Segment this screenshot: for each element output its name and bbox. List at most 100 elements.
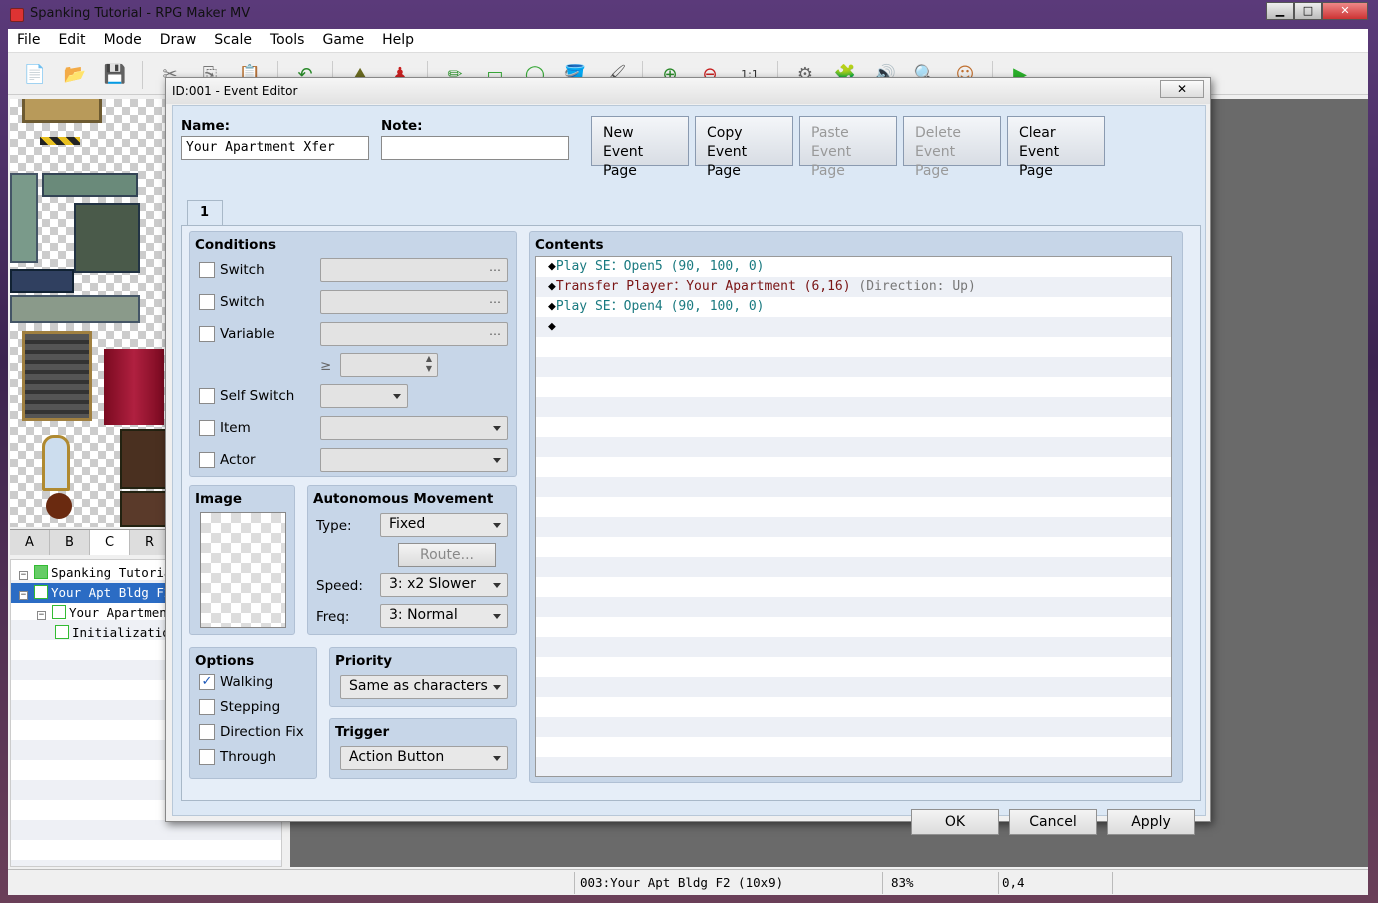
menu-edit[interactable]: Edit <box>49 29 94 52</box>
name-field[interactable]: Your Apartment Xfer <box>181 136 369 160</box>
dialog-close-button[interactable]: ✕ <box>1160 80 1204 98</box>
menu-draw[interactable]: Draw <box>151 29 206 52</box>
note-field[interactable] <box>381 136 569 160</box>
map-tree-item[interactable]: − Your Apartment <box>11 603 174 623</box>
variable-label: Variable <box>220 326 275 342</box>
option-direction-fix-checkbox[interactable] <box>199 724 215 740</box>
switch2-checkbox[interactable] <box>199 294 215 310</box>
map-tree-label: Initialization <box>72 625 178 640</box>
options-title: Options <box>195 653 255 669</box>
locker-tile <box>10 173 38 263</box>
ellipsis-icon: … <box>489 324 501 338</box>
item-checkbox[interactable] <box>199 420 215 436</box>
save-icon[interactable]: 💾 <box>100 60 130 90</box>
button-label-line1: Paste <box>811 125 849 141</box>
menu-file[interactable]: File <box>8 29 49 52</box>
switch1-selector[interactable]: … <box>320 258 508 282</box>
event-command-list[interactable]: ◆Play SE：Open5 (90, 100, 0) ◆Transfer Pla… <box>535 256 1172 777</box>
speed-label: Speed: <box>316 578 363 594</box>
variable-checkbox[interactable] <box>199 326 215 342</box>
menu-game[interactable]: Game <box>313 29 373 52</box>
freq-select[interactable]: 3: Normal <box>380 604 508 628</box>
map-icon <box>34 585 48 599</box>
option-stepping-checkbox[interactable] <box>199 699 215 715</box>
priority-title: Priority <box>335 653 392 669</box>
event-command-line[interactable]: ◆Play SE：Open4 (90, 100, 0) <box>548 297 765 317</box>
command-extra-text: (Direction: Up) <box>850 279 976 294</box>
delete-event-page-button[interactable]: Delete Event Page <box>903 116 1001 179</box>
chevron-down-icon <box>493 685 501 690</box>
option-walking-checkbox[interactable]: ✓ <box>199 674 215 690</box>
ok-button[interactable]: OK <box>911 809 999 835</box>
new-event-page-button[interactable]: New Event Page <box>591 116 689 179</box>
copy-event-page-button[interactable]: Copy Event Page <box>695 116 793 179</box>
tileset-tab-c[interactable]: C <box>90 530 130 555</box>
variable-selector[interactable]: … <box>320 322 508 346</box>
button-label-line1: New <box>603 125 634 141</box>
movement-type-value: Fixed <box>389 516 426 532</box>
priority-select[interactable]: Same as characters <box>340 675 508 699</box>
menu-help[interactable]: Help <box>373 29 423 52</box>
event-command-line[interactable]: ◆Transfer Player：Your Apartment (6,16) (… <box>548 277 976 297</box>
cancel-button[interactable]: Cancel <box>1009 809 1097 835</box>
event-command-line[interactable]: ◆ <box>548 317 556 337</box>
self-switch-checkbox[interactable] <box>199 388 215 404</box>
chevron-down-icon <box>493 614 501 619</box>
switch1-checkbox[interactable] <box>199 262 215 278</box>
button-label-line2: Event Page <box>811 144 852 179</box>
button-label-line1: Clear <box>1019 125 1056 141</box>
caution-tile <box>40 137 80 145</box>
event-editor-dialog: ID:001 - Event Editor ✕ Name: Your Apart… <box>165 77 1211 835</box>
option-through-checkbox[interactable] <box>199 749 215 765</box>
event-command-line[interactable]: ◆Play SE：Open5 (90, 100, 0) <box>548 257 765 277</box>
self-switch-select[interactable] <box>320 384 408 408</box>
new-project-icon[interactable]: 📄 <box>20 60 50 90</box>
self-switch-label: Self Switch <box>220 388 295 404</box>
apply-button[interactable]: Apply <box>1107 809 1195 835</box>
map-tree-item[interactable]: − Spanking Tutorial <box>11 563 179 583</box>
piano-tile <box>120 429 170 489</box>
trigger-value: Action Button <box>349 749 445 765</box>
menu-tools[interactable]: Tools <box>261 29 314 52</box>
trigger-panel: Trigger Action Button <box>329 718 517 779</box>
clear-event-page-button[interactable]: Clear Event Page <box>1007 116 1105 179</box>
title-bar: Spanking Tutorial - RPG Maker MV ▁ □ ✕ <box>8 2 1368 28</box>
tileset-tab-b[interactable]: B <box>50 530 90 555</box>
menu-mode[interactable]: Mode <box>95 29 151 52</box>
minimize-button[interactable]: ▁ <box>1266 2 1294 20</box>
collapse-icon[interactable]: − <box>37 611 46 620</box>
paste-event-page-button[interactable]: Paste Event Page <box>799 116 897 179</box>
menu-scale[interactable]: Scale <box>205 29 261 52</box>
map-tree-item[interactable]: − Your Apt Bldg F2 <box>11 583 171 603</box>
map-tree-label: Your Apt Bldg F2 <box>51 585 172 600</box>
tab-page-1[interactable]: 1 <box>187 200 223 226</box>
option-label: Direction Fix <box>220 724 304 740</box>
command-text: Play SE：Open5 (90, 100, 0) <box>555 259 765 274</box>
collapse-icon[interactable]: − <box>19 591 28 600</box>
item-select[interactable] <box>320 416 508 440</box>
curtain-tile <box>104 349 164 425</box>
mirror-tile <box>42 435 70 491</box>
switch2-selector[interactable]: … <box>320 290 508 314</box>
collapse-icon[interactable]: − <box>19 571 28 580</box>
tileset-tab-r[interactable]: R <box>130 530 170 555</box>
close-button[interactable]: ✕ <box>1322 2 1368 20</box>
ellipsis-icon: … <box>489 292 501 306</box>
movement-type-select[interactable]: Fixed <box>380 513 508 537</box>
tileset-palette[interactable] <box>10 99 170 527</box>
actor-checkbox[interactable] <box>199 452 215 468</box>
route-button[interactable]: Route... <box>398 543 496 567</box>
actor-select[interactable] <box>320 448 508 472</box>
maximize-button[interactable]: □ <box>1294 2 1322 20</box>
open-project-icon[interactable]: 📂 <box>60 60 90 90</box>
event-image-preview[interactable] <box>200 512 286 628</box>
tileset-tabs: ABCR <box>10 529 170 555</box>
map-tree-item[interactable]: Initialization <box>11 623 177 643</box>
spinner-arrows-icon[interactable]: ▲ ▼ <box>426 354 432 374</box>
variable-value-spinner[interactable]: ▲ ▼ <box>340 353 438 377</box>
contents-title: Contents <box>535 237 604 253</box>
trigger-select[interactable]: Action Button <box>340 746 508 770</box>
speed-select[interactable]: 3: x2 Slower <box>380 573 508 597</box>
tileset-tab-a[interactable]: A <box>10 530 50 555</box>
status-bar: 003:Your Apt Bldg F2 (10x9) 83% 0,4 <box>8 869 1368 895</box>
